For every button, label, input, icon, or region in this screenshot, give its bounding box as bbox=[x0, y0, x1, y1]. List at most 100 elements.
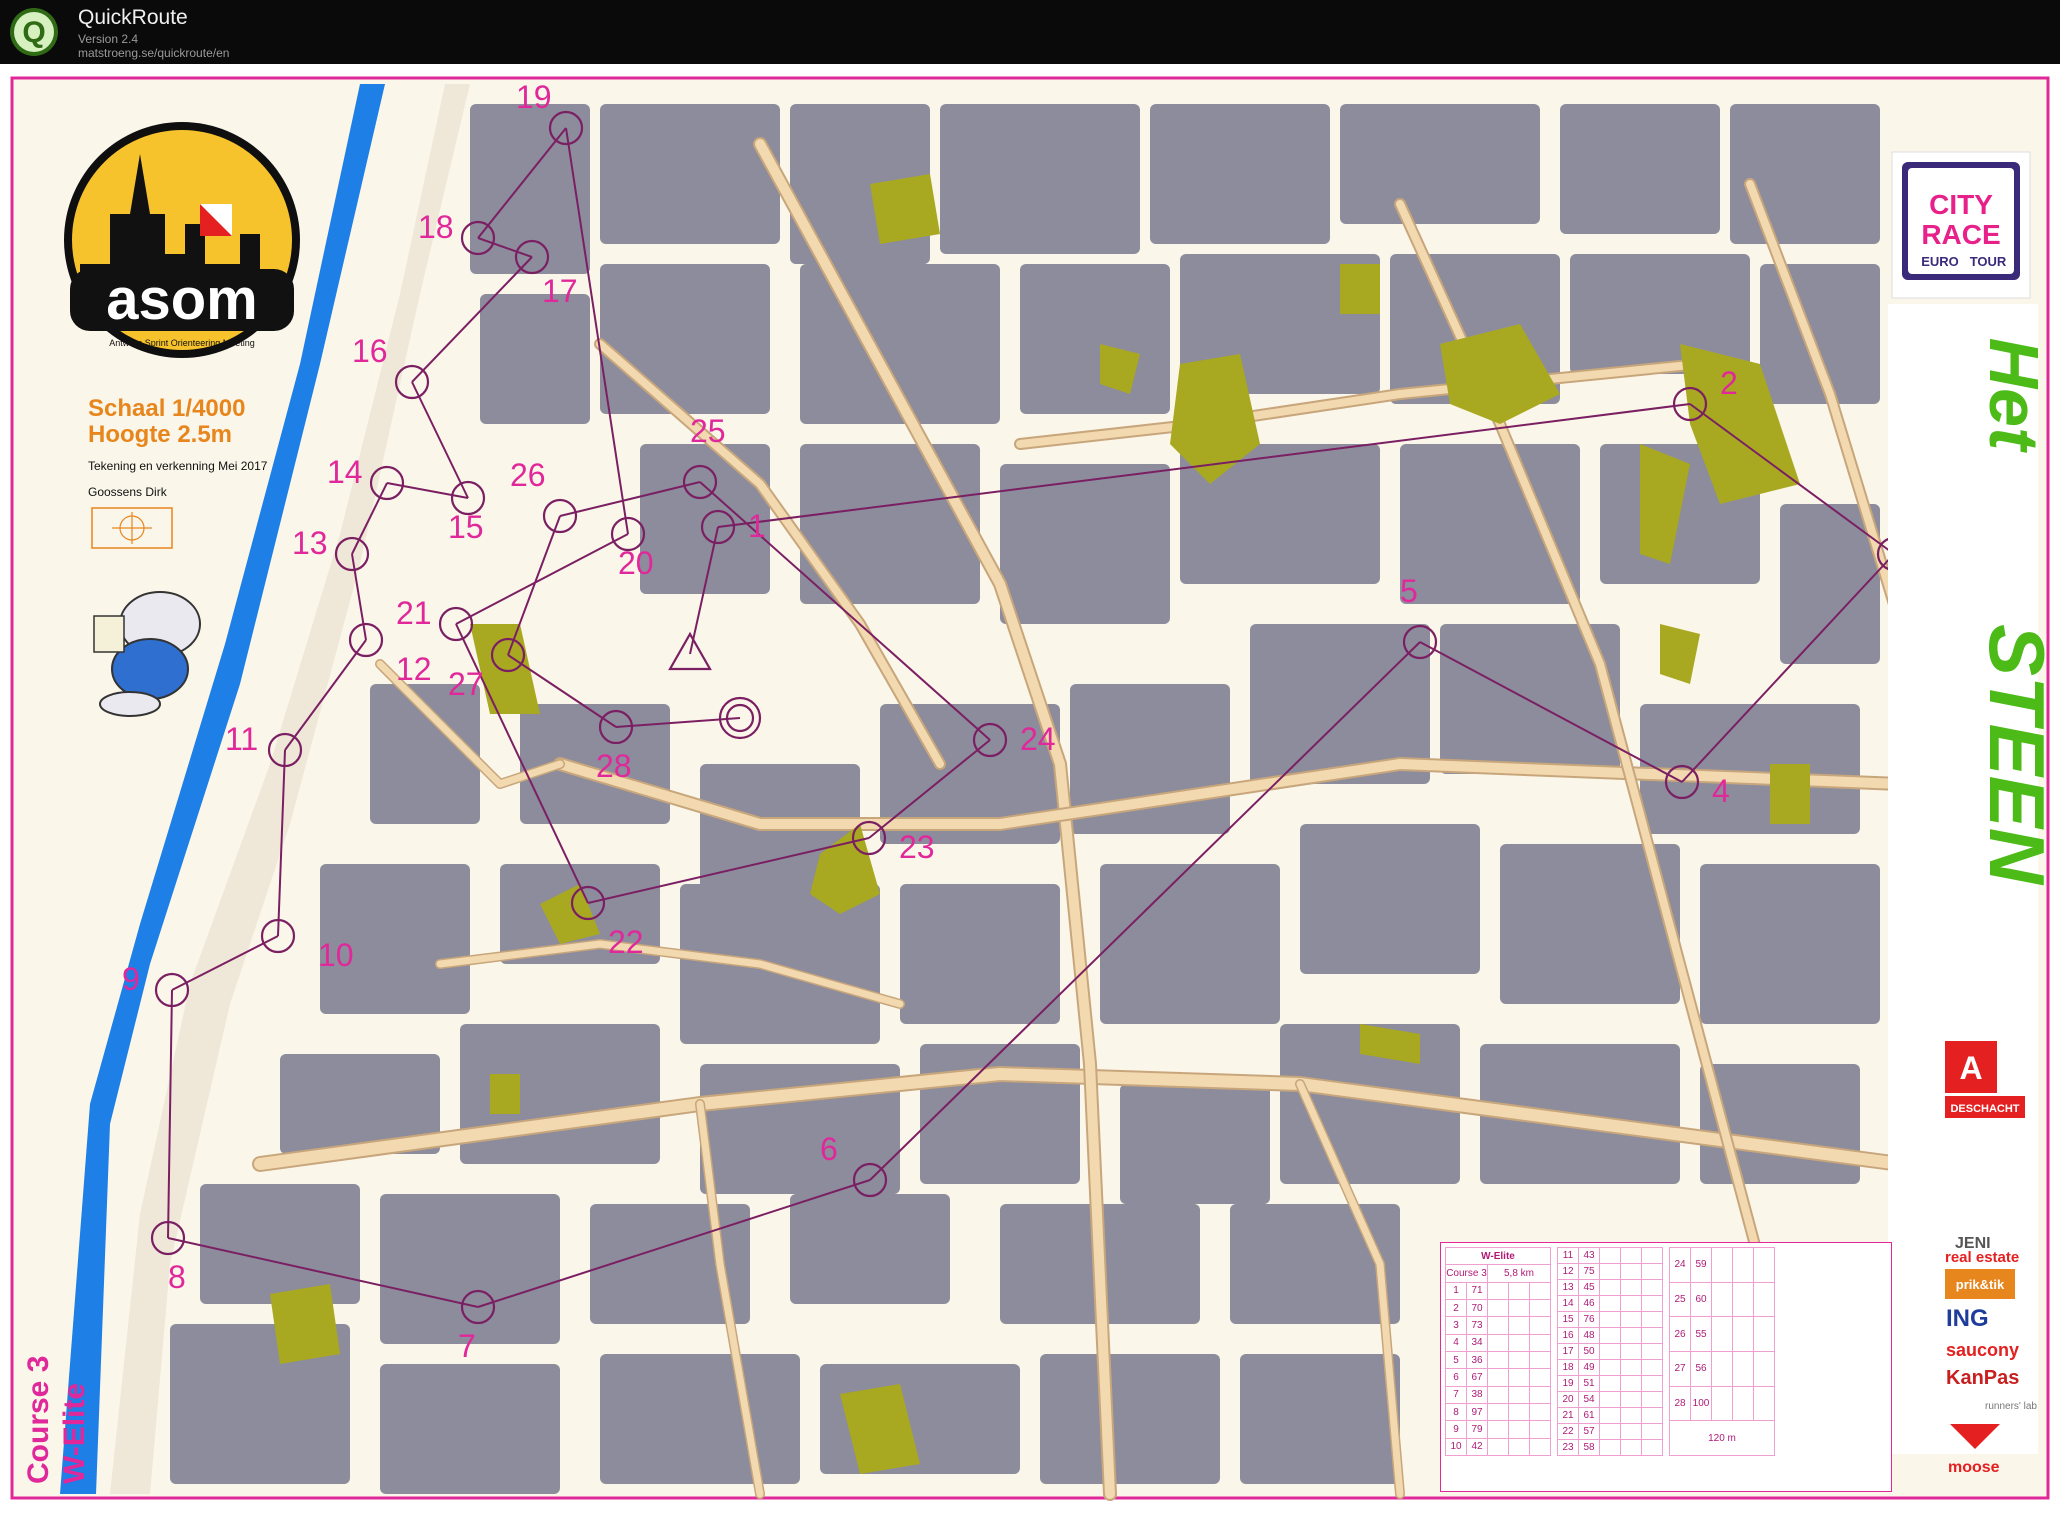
building-block bbox=[470, 104, 590, 274]
description-row: 4 34 bbox=[1445, 1333, 1551, 1352]
building-block bbox=[920, 1044, 1080, 1184]
description-cell: 26 bbox=[1669, 1316, 1691, 1352]
description-cell bbox=[1599, 1311, 1621, 1328]
description-cell bbox=[1508, 1437, 1530, 1457]
building-block bbox=[1300, 824, 1480, 974]
description-cell bbox=[1599, 1359, 1621, 1376]
description-cell: 27 bbox=[1669, 1350, 1691, 1387]
description-cell bbox=[1508, 1402, 1530, 1422]
orienteering-map-canvas[interactable]: 1234567891011121314151617181920212223242… bbox=[0, 64, 2060, 1515]
description-cell bbox=[1641, 1391, 1663, 1408]
class-label: W-Elite bbox=[58, 1383, 91, 1484]
control-number: 24 bbox=[1020, 721, 1056, 757]
description-cell bbox=[1753, 1316, 1775, 1352]
description-cell: 10 bbox=[1445, 1437, 1467, 1457]
control-number: 28 bbox=[596, 748, 632, 784]
scale-label: Schaal 1/4000 bbox=[88, 395, 245, 422]
building-block bbox=[940, 104, 1140, 254]
description-cell bbox=[1732, 1316, 1754, 1352]
building-block bbox=[1700, 864, 1880, 1024]
description-row: 7 38 bbox=[1445, 1385, 1551, 1404]
description-cell bbox=[1508, 1316, 1530, 1335]
control-number: 11 bbox=[225, 721, 258, 757]
description-cell: 2 bbox=[1445, 1298, 1467, 1318]
description-cell bbox=[1641, 1359, 1663, 1376]
building-block bbox=[1020, 264, 1170, 414]
description-cell bbox=[1508, 1385, 1530, 1404]
description-cell: 49 bbox=[1578, 1359, 1600, 1376]
svg-text:Q: Q bbox=[22, 16, 45, 49]
control-number: 16 bbox=[352, 333, 388, 369]
control-number: 27 bbox=[448, 666, 484, 702]
control-number: 2 bbox=[1720, 365, 1738, 401]
description-cell: 8 bbox=[1445, 1402, 1467, 1422]
description-cell bbox=[1641, 1343, 1663, 1360]
description-cell bbox=[1599, 1263, 1621, 1280]
description-cell: 54 bbox=[1578, 1391, 1600, 1408]
description-cell bbox=[1599, 1327, 1621, 1344]
description-row: 28 100 bbox=[1669, 1385, 1775, 1422]
description-cell bbox=[1487, 1316, 1509, 1335]
description-row: 14 46 bbox=[1557, 1295, 1663, 1312]
app-title: QuickRoute bbox=[78, 6, 188, 29]
description-cell: 79 bbox=[1466, 1420, 1488, 1439]
description-cell: 59 bbox=[1690, 1247, 1712, 1283]
description-cell bbox=[1487, 1420, 1509, 1439]
description-row: 15 76 bbox=[1557, 1311, 1663, 1328]
description-row: 6 67 bbox=[1445, 1368, 1551, 1387]
svg-text:runners' lab: runners' lab bbox=[1985, 1401, 2037, 1412]
quickroute-logo-icon: Q bbox=[10, 8, 58, 56]
description-cell: 100 bbox=[1690, 1385, 1712, 1422]
description-cell: 70 bbox=[1466, 1298, 1488, 1318]
description-cell bbox=[1641, 1439, 1663, 1456]
description-cell bbox=[1641, 1423, 1663, 1440]
description-cell bbox=[1529, 1333, 1551, 1352]
description-cell bbox=[1487, 1402, 1509, 1422]
description-row: 10 42 bbox=[1445, 1437, 1551, 1457]
description-cell: 24 bbox=[1669, 1247, 1691, 1283]
building-block bbox=[600, 104, 780, 244]
control-number: 4 bbox=[1712, 773, 1730, 809]
description-row: 18 49 bbox=[1557, 1359, 1663, 1376]
description-cell bbox=[1711, 1281, 1733, 1318]
description-cell: 4 bbox=[1445, 1333, 1467, 1352]
description-cell: 9 bbox=[1445, 1420, 1467, 1439]
description-cell: 67 bbox=[1466, 1368, 1488, 1387]
description-row: 17 50 bbox=[1557, 1343, 1663, 1360]
description-cell: 16 bbox=[1557, 1327, 1579, 1344]
description-cell bbox=[1487, 1368, 1509, 1387]
description-cell bbox=[1599, 1343, 1621, 1360]
description-cell bbox=[1732, 1350, 1754, 1387]
control-number: 13 bbox=[292, 525, 328, 561]
description-cell: 7 bbox=[1445, 1385, 1467, 1404]
building-block bbox=[380, 1364, 560, 1494]
description-cell bbox=[1599, 1279, 1621, 1296]
control-number: 12 bbox=[396, 651, 432, 687]
description-cell bbox=[1620, 1327, 1642, 1344]
description-cell bbox=[1487, 1333, 1509, 1352]
description-row: 9 79 bbox=[1445, 1420, 1551, 1439]
description-row: 22 57 bbox=[1557, 1423, 1663, 1440]
description-cell bbox=[1508, 1350, 1530, 1370]
building-block bbox=[1400, 444, 1580, 604]
svg-text:prik&tik: prik&tik bbox=[1956, 1277, 2005, 1292]
description-cell bbox=[1641, 1327, 1663, 1344]
description-cell: 58 bbox=[1578, 1439, 1600, 1456]
description-cell: 73 bbox=[1466, 1316, 1488, 1335]
description-row: 24 59 bbox=[1669, 1247, 1775, 1283]
control-number: 20 bbox=[618, 545, 654, 581]
description-cell bbox=[1529, 1437, 1551, 1457]
description-cell bbox=[1753, 1281, 1775, 1318]
description-cell bbox=[1732, 1247, 1754, 1283]
svg-text:TOUR: TOUR bbox=[1970, 254, 2007, 269]
control-number: 5 bbox=[1400, 573, 1418, 609]
description-cell: 45 bbox=[1578, 1279, 1600, 1296]
description-cell bbox=[1599, 1423, 1621, 1440]
control-number: 7 bbox=[458, 1328, 476, 1364]
description-cell bbox=[1487, 1437, 1509, 1457]
city-race-logo: CITY RACE EURO TOUR bbox=[1891, 151, 2031, 299]
description-row: 21 61 bbox=[1557, 1407, 1663, 1424]
control-number: 23 bbox=[899, 829, 935, 865]
asom-logo-text: asom bbox=[106, 267, 258, 332]
description-cell bbox=[1620, 1423, 1642, 1440]
